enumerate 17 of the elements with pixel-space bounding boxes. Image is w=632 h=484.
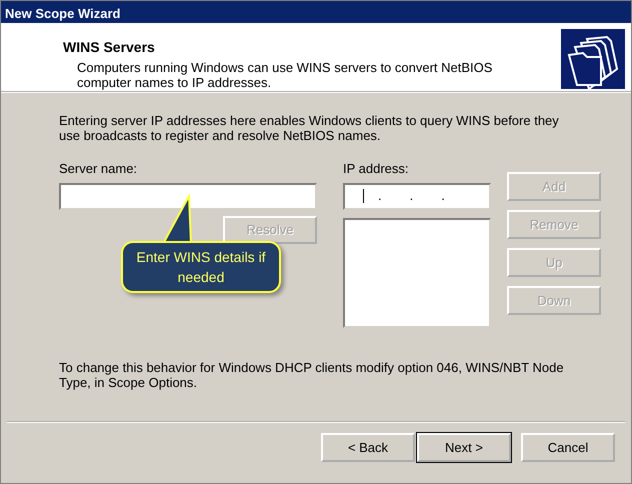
ip-separator: . xyxy=(441,187,445,206)
instruction-text: Entering server IP addresses here enables Windows clients to query WINS before they use broadcasts to register and resolve NetBIOS names. xyxy=(59,113,560,143)
note-text: To change this behavior for Windows DHCP clients modify option 046, WINS/NBT Node Type, in Scope Options. xyxy=(59,360,565,390)
ip-address-list[interactable] xyxy=(343,218,491,328)
folders-icon xyxy=(561,29,625,89)
ip-address-field[interactable]: . . . xyxy=(343,182,491,210)
wizard-button[interactable]: < Back xyxy=(321,433,415,462)
field-label: IP address: xyxy=(343,160,410,178)
server-name-field[interactable] xyxy=(59,182,317,210)
ip-separator: . xyxy=(378,187,382,206)
wizard-button[interactable]: Cancel xyxy=(521,433,615,462)
page-title: WINS Servers xyxy=(63,38,156,57)
ip-separator: . xyxy=(410,187,414,206)
page-description: Computers running Windows can use WINS servers to convert NetBIOS computer names to IP addresses. xyxy=(77,60,494,90)
wizard-button[interactable]: Next > xyxy=(417,433,511,462)
title-bar: New Scope Wizard xyxy=(1,1,631,23)
field-label: Server name: xyxy=(59,160,138,178)
